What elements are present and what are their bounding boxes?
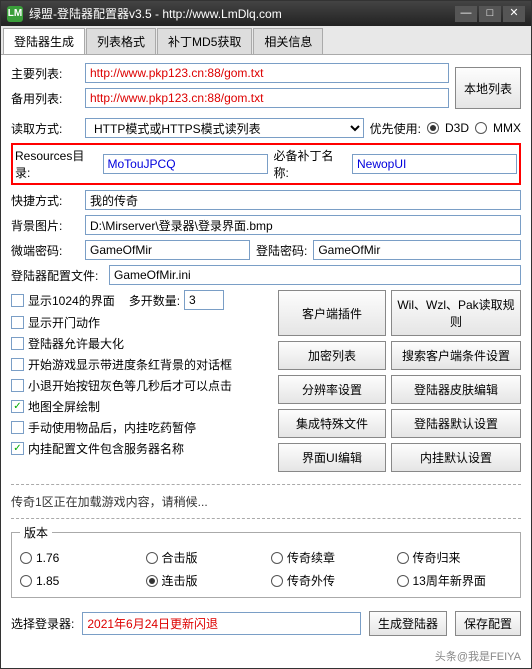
guilai-radio[interactable] — [397, 552, 409, 564]
maximize-checkbox[interactable] — [11, 337, 24, 350]
select-launcher-label: 选择登录器: — [11, 615, 74, 632]
fullscreen-map-checkbox[interactable]: ✓ — [11, 400, 24, 413]
config-label: 登陆器配置文件: — [11, 267, 103, 284]
progress-dialog-checkbox[interactable] — [11, 358, 24, 371]
config-input[interactable] — [109, 265, 521, 285]
micro-pwd-input[interactable] — [85, 240, 250, 260]
version-legend: 版本 — [20, 524, 52, 541]
main-list-label: 主要列表: — [11, 65, 79, 82]
search-client-button[interactable]: 搜索客户端条件设置 — [391, 341, 521, 370]
maximize-label: 登陆器允许最大化 — [28, 335, 124, 352]
config-servername-checkbox[interactable]: ✓ — [11, 442, 24, 455]
mmx-radio[interactable] — [475, 122, 487, 134]
heji-label: 合击版 — [162, 549, 198, 566]
multi-open-label: 多开数量: — [129, 292, 180, 309]
tab-bar: 登陆器生成 列表格式 补丁MD5获取 相关信息 — [1, 26, 531, 55]
door-anim-checkbox[interactable] — [11, 316, 24, 329]
v176-label: 1.76 — [36, 551, 59, 565]
status-text: 传奇1区正在加载游戏内容，请稍候... — [1, 489, 531, 514]
main-list-input[interactable] — [85, 63, 449, 83]
patch-input[interactable] — [352, 154, 517, 174]
config-servername-label: 内挂配置文件包含服务器名称 — [28, 440, 184, 457]
highlight-box: Resources目录: 必备补丁名称: — [11, 143, 521, 185]
login-pwd-input[interactable] — [313, 240, 521, 260]
d3d-label: D3D — [445, 121, 469, 135]
resources-label: Resources目录: — [15, 147, 97, 181]
client-plugin-button[interactable]: 客户端插件 — [278, 290, 386, 336]
tab-list-format[interactable]: 列表格式 — [86, 28, 156, 54]
ui-editor-button[interactable]: 界面UI编辑 — [278, 443, 386, 472]
shortcut-input[interactable] — [85, 190, 521, 210]
bg-label: 背景图片: — [11, 217, 79, 234]
show1024-checkbox[interactable] — [11, 294, 24, 307]
gray-button-label: 小退开始按钮灰色等几秒后才可以点击 — [28, 377, 232, 394]
default-settings-button[interactable]: 登陆器默认设置 — [391, 409, 521, 438]
plugin-default-button[interactable]: 内挂默认设置 — [391, 443, 521, 472]
manual-item-checkbox[interactable] — [11, 421, 24, 434]
login-pwd-label: 登陆密码: — [256, 242, 307, 259]
backup-list-input[interactable] — [85, 88, 449, 108]
version-fieldset: 版本 1.76 合击版 传奇续章 传奇归来 1.85 连击版 传奇外传 13周年… — [11, 524, 521, 598]
show1024-label: 显示1024的界面 — [28, 292, 115, 309]
xuzhang-radio[interactable] — [271, 552, 283, 564]
bg-input[interactable] — [85, 215, 521, 235]
launcher-date-field[interactable]: 2021年6月24日更新闪退 — [82, 612, 361, 635]
save-config-button[interactable]: 保存配置 — [455, 611, 521, 636]
app-icon: LM — [7, 6, 23, 22]
special-files-button[interactable]: 集成特殊文件 — [278, 409, 386, 438]
door-anim-label: 显示开门动作 — [28, 314, 100, 331]
read-mode-label: 读取方式: — [11, 120, 79, 137]
micro-pwd-label: 微端密码: — [11, 242, 79, 259]
tab-generator[interactable]: 登陆器生成 — [3, 28, 85, 54]
wil-rules-button[interactable]: Wil、Wzl、Pak读取规则 — [391, 290, 521, 336]
prefer-label: 优先使用: — [370, 120, 421, 137]
read-mode-select[interactable]: HTTP模式或HTTPS模式读列表 — [85, 118, 364, 138]
skin-editor-button[interactable]: 登陆器皮肤编辑 — [391, 375, 521, 404]
window-title: 绿盟-登陆器配置器v3.5 - http://www.LmDlq.com — [29, 5, 449, 22]
patch-label: 必备补丁名称: — [274, 147, 347, 181]
v176-radio[interactable] — [20, 552, 32, 564]
fullscreen-map-label: 地图全屏绘制 — [28, 398, 100, 415]
local-list-button[interactable]: 本地列表 — [455, 67, 521, 109]
minimize-button[interactable]: — — [455, 6, 477, 22]
resolution-button[interactable]: 分辨率设置 — [278, 375, 386, 404]
encrypt-list-button[interactable]: 加密列表 — [278, 341, 386, 370]
heji-radio[interactable] — [146, 552, 158, 564]
shortcut-label: 快捷方式: — [11, 192, 79, 209]
backup-list-label: 备用列表: — [11, 90, 79, 107]
tab-info[interactable]: 相关信息 — [253, 28, 323, 54]
multi-open-input[interactable] — [184, 290, 224, 310]
titlebar: LM 绿盟-登陆器配置器v3.5 - http://www.LmDlq.com … — [1, 1, 531, 26]
resources-input[interactable] — [103, 154, 268, 174]
d3d-radio[interactable] — [427, 122, 439, 134]
manual-item-label: 手动使用物品后，内挂吃药暂停 — [28, 419, 196, 436]
mmx-label: MMX — [493, 121, 521, 135]
xuzhang-label: 传奇续章 — [287, 549, 335, 566]
maximize-button[interactable]: □ — [479, 6, 501, 22]
close-button[interactable]: ✕ — [503, 6, 525, 22]
progress-dialog-label: 开始游戏显示带进度条红背景的对话框 — [28, 356, 232, 373]
guilai-label: 传奇归来 — [413, 549, 461, 566]
generate-button[interactable]: 生成登陆器 — [369, 611, 447, 636]
gray-button-checkbox[interactable] — [11, 379, 24, 392]
watermark: 头条@我是FEIYA — [1, 644, 531, 668]
tab-patch-md5[interactable]: 补丁MD5获取 — [157, 28, 252, 54]
